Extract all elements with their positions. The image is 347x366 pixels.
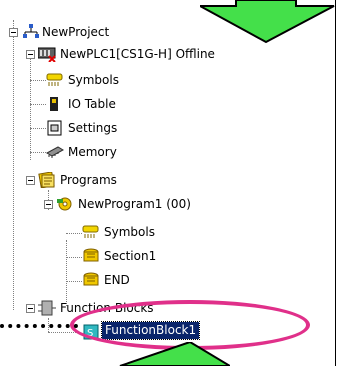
tree-connector-line [30, 152, 46, 153]
tree-label-program1: NewProgram1 (00) [78, 197, 191, 211]
tree-connector-line [66, 281, 82, 282]
tree-connector-line [66, 257, 82, 258]
tree-label-section1: Section1 [104, 249, 157, 263]
tree-connector-line [30, 128, 46, 129]
settings-icon [47, 120, 62, 136]
panel-border [335, 0, 336, 366]
tree-connector-line [30, 80, 46, 81]
green-arrow-icon [119, 342, 230, 366]
collapse-toggle[interactable] [44, 200, 53, 209]
section-icon [83, 248, 99, 262]
tree-label-plc: NewPLC1[CS1G-H] Offline [60, 47, 215, 61]
collapse-toggle[interactable] [26, 176, 35, 185]
section-icon [83, 272, 99, 286]
symbols-icon [82, 225, 99, 238]
io-table-icon [50, 97, 58, 111]
tree-connector-line [30, 104, 46, 105]
tree-label-io-table: IO Table [68, 97, 116, 111]
collapse-toggle[interactable] [26, 304, 35, 313]
project-icon [23, 24, 39, 38]
tree-label-program-symbols: Symbols [104, 225, 155, 239]
tree-connector-line [66, 233, 82, 234]
tree-label-end: END [104, 273, 130, 287]
tree-connector-line [13, 20, 14, 310]
symbols-icon [46, 73, 63, 86]
memory-icon [46, 146, 64, 158]
tree-label-symbols: Symbols [68, 73, 119, 87]
project-tree-panel: NewProject NewPLC1[CS1G-H] Offline Symbo… [0, 0, 335, 340]
green-arrow-icon [200, 0, 335, 44]
tree-label-programs: Programs [60, 173, 117, 187]
program-icon [57, 197, 72, 211]
tree-connector-line [30, 50, 31, 160]
tree-label-project: NewProject [42, 25, 110, 39]
plc-offline-icon [38, 47, 56, 62]
collapse-toggle[interactable] [26, 50, 35, 59]
tree-label-memory: Memory [68, 145, 117, 159]
function-blocks-icon [38, 300, 56, 316]
collapse-toggle[interactable] [9, 28, 18, 37]
programs-icon [38, 172, 55, 188]
dotted-pointer-line [0, 324, 78, 328]
tree-connector-line [66, 240, 67, 306]
tree-label-settings: Settings [68, 121, 118, 135]
